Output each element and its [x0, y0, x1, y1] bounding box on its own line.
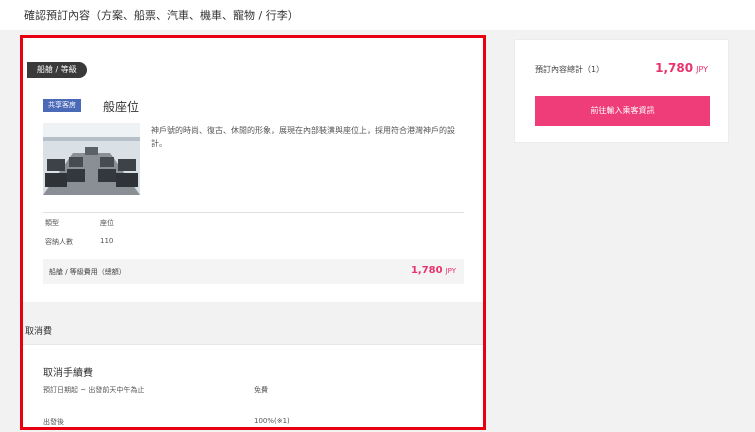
detail-value-capacity: 110 [100, 237, 114, 245]
cancellation-fee-heading: 取消手續費 [43, 368, 93, 379]
cancel-rule-label: 出發後 [43, 418, 64, 426]
cabin-photo-illustration [43, 123, 140, 195]
total-currency: JPY [696, 65, 708, 74]
fare-amount-value: 1,780 [410, 265, 443, 276]
fare-amount: 1,780 JPY [411, 265, 456, 276]
seat-type-name: 般座位 [103, 100, 140, 114]
cancellation-section-title: 取消費 [25, 327, 53, 337]
seat-description: 神戶號的時尚、復古、休閒的形象，展現在內部裝潢與座位上，採用符合港灣神戶的設計。 [151, 126, 455, 148]
detail-label-type: 類型 [45, 219, 59, 227]
total-amount-value: 1,780 [655, 61, 694, 75]
section-gap [23, 302, 483, 344]
page-title: 確認預訂內容（方案、船票、汽車、機車、寵物 / 行李） [24, 9, 299, 22]
booking-details-card: 船艙 / 等級 共享客房 般座位 神戶號的時尚、復古、休閒的形象，展現在內部裝潢… [20, 35, 486, 430]
cancellation-card: 取消手續費 預訂日期起 ~ 出發前天中午為止 免費 出發後 100%(※1) [23, 344, 483, 427]
fare-row: 船艙 / 等級費用（總額） 1,780 JPY [43, 259, 464, 284]
cancel-rule-label: 預訂日期起 ~ 出發前天中午為止 [43, 386, 145, 394]
cancel-rule-value: 100%(※1) [254, 417, 290, 425]
fare-label: 船艙 / 等級費用（總額） [49, 268, 126, 276]
total-label: 預訂內容總計（1） [535, 65, 605, 74]
detail-value-type: 座位 [100, 219, 114, 227]
cancel-rule-value: 免費 [254, 386, 268, 394]
divider [43, 212, 464, 213]
top-bar: 確認預訂內容（方案、船票、汽車、機車、寵物 / 行李） [0, 0, 755, 30]
cabin-class-tag: 船艙 / 等級 [27, 62, 87, 78]
detail-label-capacity: 容納人數 [45, 238, 73, 246]
room-type-badge: 共享客房 [43, 99, 81, 112]
proceed-passenger-info-button[interactable]: 前往輸入乘客資訊 [535, 96, 710, 126]
fare-currency: JPY [445, 267, 456, 275]
cabin-photo [43, 123, 140, 195]
order-summary-card: 預訂內容總計（1） 1,780 JPY 前往輸入乘客資訊 [514, 39, 729, 143]
total-amount: 1,780 JPY [655, 61, 708, 75]
